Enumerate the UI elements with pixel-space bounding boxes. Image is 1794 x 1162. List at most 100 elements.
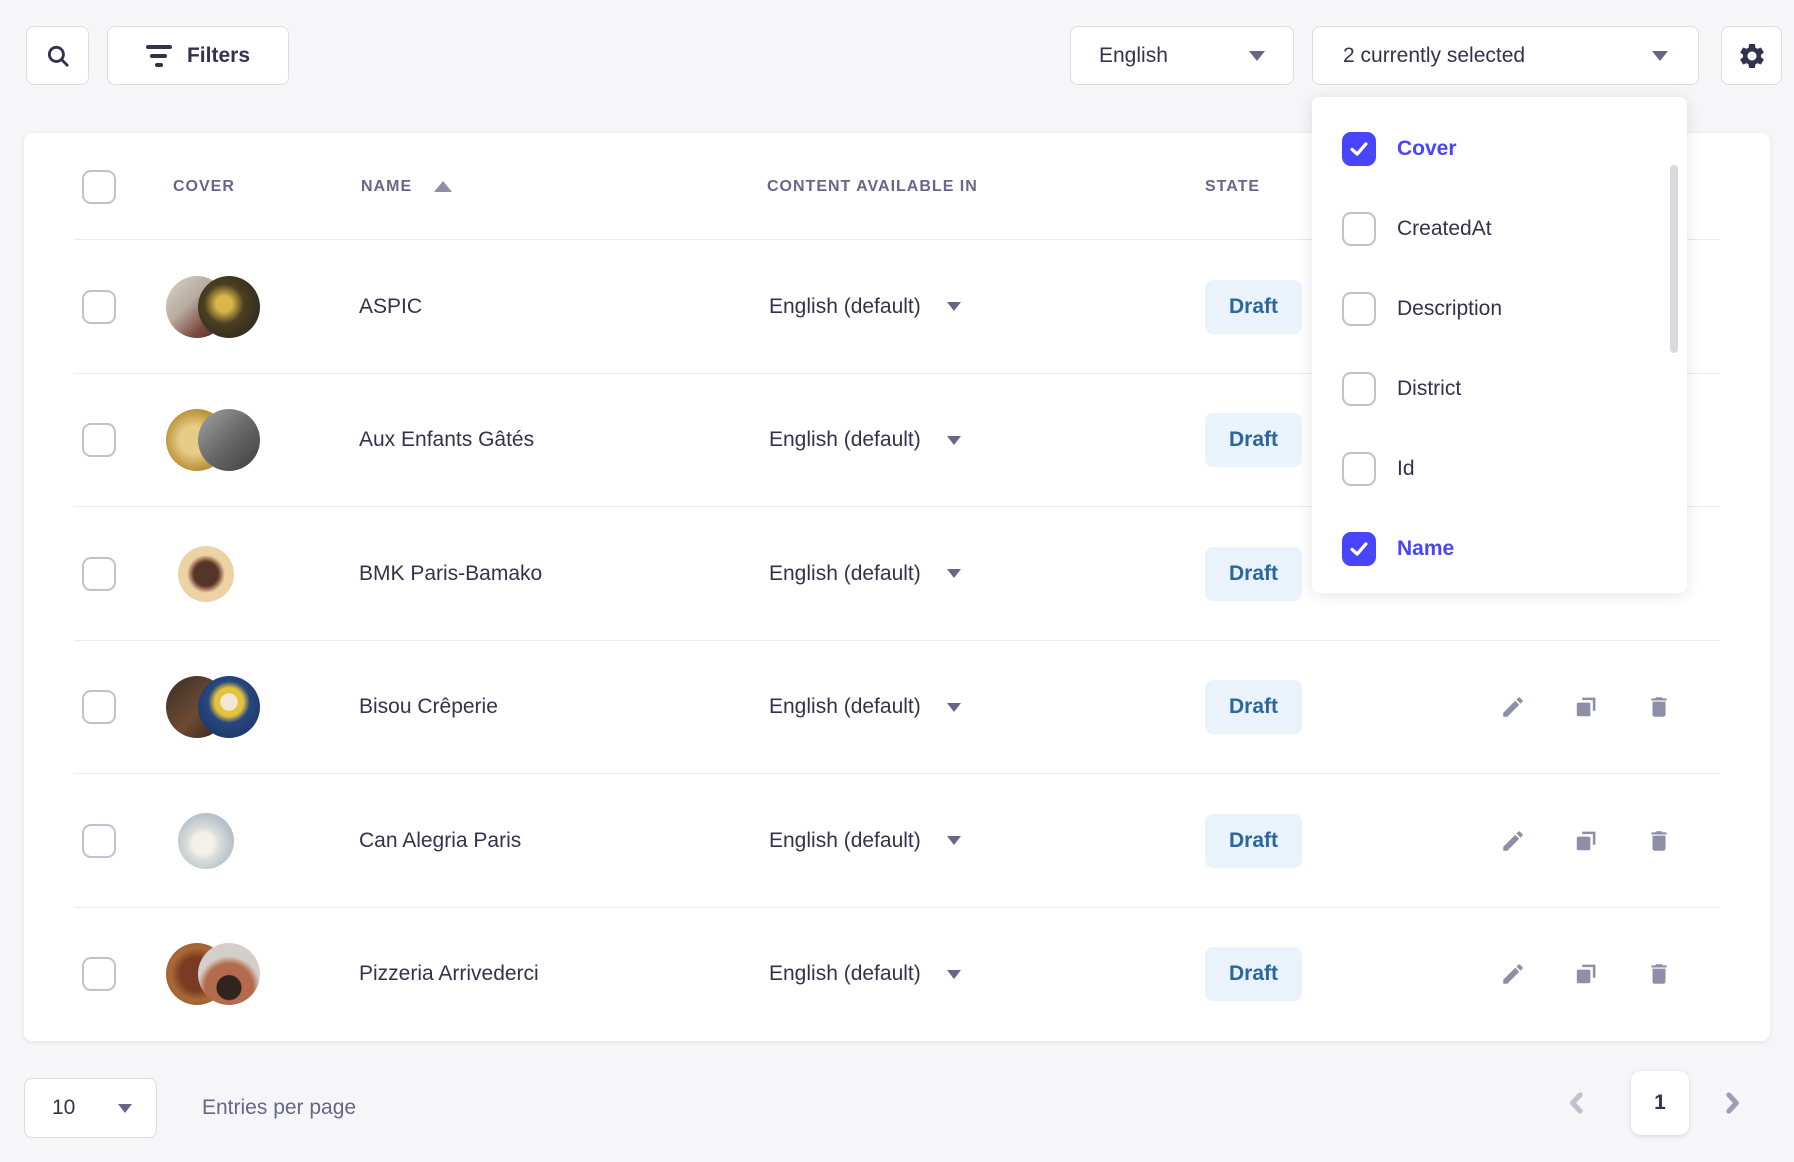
dropdown-item-cover[interactable]: Cover (1312, 109, 1687, 189)
table-row: Bisou Crêperie English (default) Draft (24, 641, 1770, 775)
select-all-checkbox[interactable] (82, 170, 116, 204)
edit-button[interactable] (1499, 693, 1527, 721)
locale-value: English (default) (769, 695, 921, 719)
checkbox-unchecked[interactable] (1342, 372, 1376, 406)
entry-name[interactable]: Pizzeria Arrivederci (359, 962, 539, 986)
settings-button[interactable] (1721, 26, 1782, 85)
delete-button[interactable] (1645, 827, 1673, 855)
entries-per-page-select[interactable]: 10 (24, 1078, 157, 1138)
locale-select-value: English (1099, 44, 1168, 68)
cover-image (198, 409, 260, 471)
entries-per-page-label: Entries per page (202, 1078, 356, 1138)
duplicate-button[interactable] (1572, 827, 1600, 855)
locale-cell[interactable]: English (default) (769, 962, 961, 986)
checkbox-unchecked[interactable] (1342, 452, 1376, 486)
cover-avatars (166, 409, 260, 471)
row-checkbox[interactable] (82, 290, 116, 324)
delete-button[interactable] (1645, 693, 1673, 721)
previous-page-button[interactable] (1560, 1086, 1594, 1120)
chevron-down-icon (947, 302, 961, 311)
locale-cell[interactable]: English (default) (769, 562, 961, 586)
cover-image (198, 943, 260, 1005)
row-checkbox[interactable] (82, 690, 116, 724)
dropdown-item-label: Cover (1397, 137, 1457, 161)
edit-button[interactable] (1499, 827, 1527, 855)
row-checkbox[interactable] (82, 423, 116, 457)
checkbox-checked[interactable] (1342, 132, 1376, 166)
columns-dropdown: Cover CreatedAt Description District Id … (1312, 97, 1687, 593)
checkbox-checked[interactable] (1342, 532, 1376, 566)
column-header-state[interactable]: STATE (1205, 178, 1260, 196)
gear-icon (1737, 41, 1767, 71)
cover-avatars (166, 276, 260, 338)
row-checkbox[interactable] (82, 557, 116, 591)
cover-avatars (166, 943, 260, 1005)
entry-name[interactable]: Aux Enfants Gâtés (359, 428, 534, 452)
column-header-cover[interactable]: COVER (173, 178, 235, 196)
dropdown-item-district[interactable]: District (1312, 349, 1687, 429)
row-checkbox[interactable] (82, 824, 116, 858)
column-header-content-available-in[interactable]: CONTENT AVAILABLE IN (767, 178, 978, 196)
dropdown-item-label: District (1397, 377, 1461, 401)
page-number-button[interactable]: 1 (1631, 1071, 1689, 1135)
status-badge: Draft (1205, 413, 1302, 467)
chevron-down-icon (947, 436, 961, 445)
status-badge: Draft (1205, 547, 1302, 601)
locale-cell[interactable]: English (default) (769, 829, 961, 853)
status-badge: Draft (1205, 680, 1302, 734)
table-row: Pizzeria Arrivederci English (default) D… (24, 908, 1770, 1042)
chevron-down-icon (947, 970, 961, 979)
duplicate-button[interactable] (1572, 693, 1600, 721)
cover-image (198, 276, 260, 338)
cover-avatars (166, 810, 260, 872)
locale-cell[interactable]: English (default) (769, 695, 961, 719)
status-badge: Draft (1205, 947, 1302, 1001)
delete-button[interactable] (1645, 960, 1673, 988)
dropdown-item-label: Name (1397, 537, 1454, 561)
locale-value: English (default) (769, 428, 921, 452)
filter-icon (146, 45, 172, 67)
edit-button[interactable] (1499, 960, 1527, 988)
dropdown-item-name[interactable]: Name (1312, 509, 1687, 589)
search-button[interactable] (26, 26, 89, 85)
table-row: Can Alegria Paris English (default) Draf… (24, 774, 1770, 908)
entry-name[interactable]: ASPIC (359, 295, 422, 319)
dropdown-item-id[interactable]: Id (1312, 429, 1687, 509)
dropdown-item-createdat[interactable]: CreatedAt (1312, 189, 1687, 269)
column-header-name[interactable]: NAME (361, 178, 452, 196)
status-badge: Draft (1205, 814, 1302, 868)
locale-cell[interactable]: English (default) (769, 295, 961, 319)
checkbox-unchecked[interactable] (1342, 212, 1376, 246)
chevron-down-icon (1652, 51, 1668, 61)
chevron-down-icon (118, 1104, 132, 1113)
chevron-down-icon (947, 836, 961, 845)
locale-cell[interactable]: English (default) (769, 428, 961, 452)
checkbox-unchecked[interactable] (1342, 292, 1376, 326)
chevron-down-icon (947, 703, 961, 712)
cover-image (178, 813, 234, 869)
entry-name[interactable]: Can Alegria Paris (359, 829, 521, 853)
locale-select[interactable]: English (1070, 26, 1294, 85)
next-page-button[interactable] (1715, 1086, 1749, 1120)
search-icon (45, 43, 71, 69)
sort-ascending-icon[interactable] (434, 181, 452, 192)
filters-button[interactable]: Filters (107, 26, 289, 85)
duplicate-button[interactable] (1572, 960, 1600, 988)
locale-value: English (default) (769, 829, 921, 853)
entry-name[interactable]: Bisou Crêperie (359, 695, 498, 719)
dropdown-item-description[interactable]: Description (1312, 269, 1687, 349)
cover-image (178, 546, 234, 602)
scrollbar[interactable] (1670, 165, 1678, 353)
entry-name[interactable]: BMK Paris-Bamako (359, 562, 542, 586)
columns-select[interactable]: 2 currently selected (1312, 26, 1699, 85)
chevron-down-icon (947, 569, 961, 578)
row-checkbox[interactable] (82, 957, 116, 991)
locale-value: English (default) (769, 962, 921, 986)
dropdown-item-label: Description (1397, 297, 1502, 321)
cover-image (198, 676, 260, 738)
chevron-down-icon (1249, 51, 1265, 61)
columns-select-value: 2 currently selected (1343, 44, 1525, 68)
status-badge: Draft (1205, 280, 1302, 334)
locale-value: English (default) (769, 562, 921, 586)
dropdown-item-label: CreatedAt (1397, 217, 1492, 241)
